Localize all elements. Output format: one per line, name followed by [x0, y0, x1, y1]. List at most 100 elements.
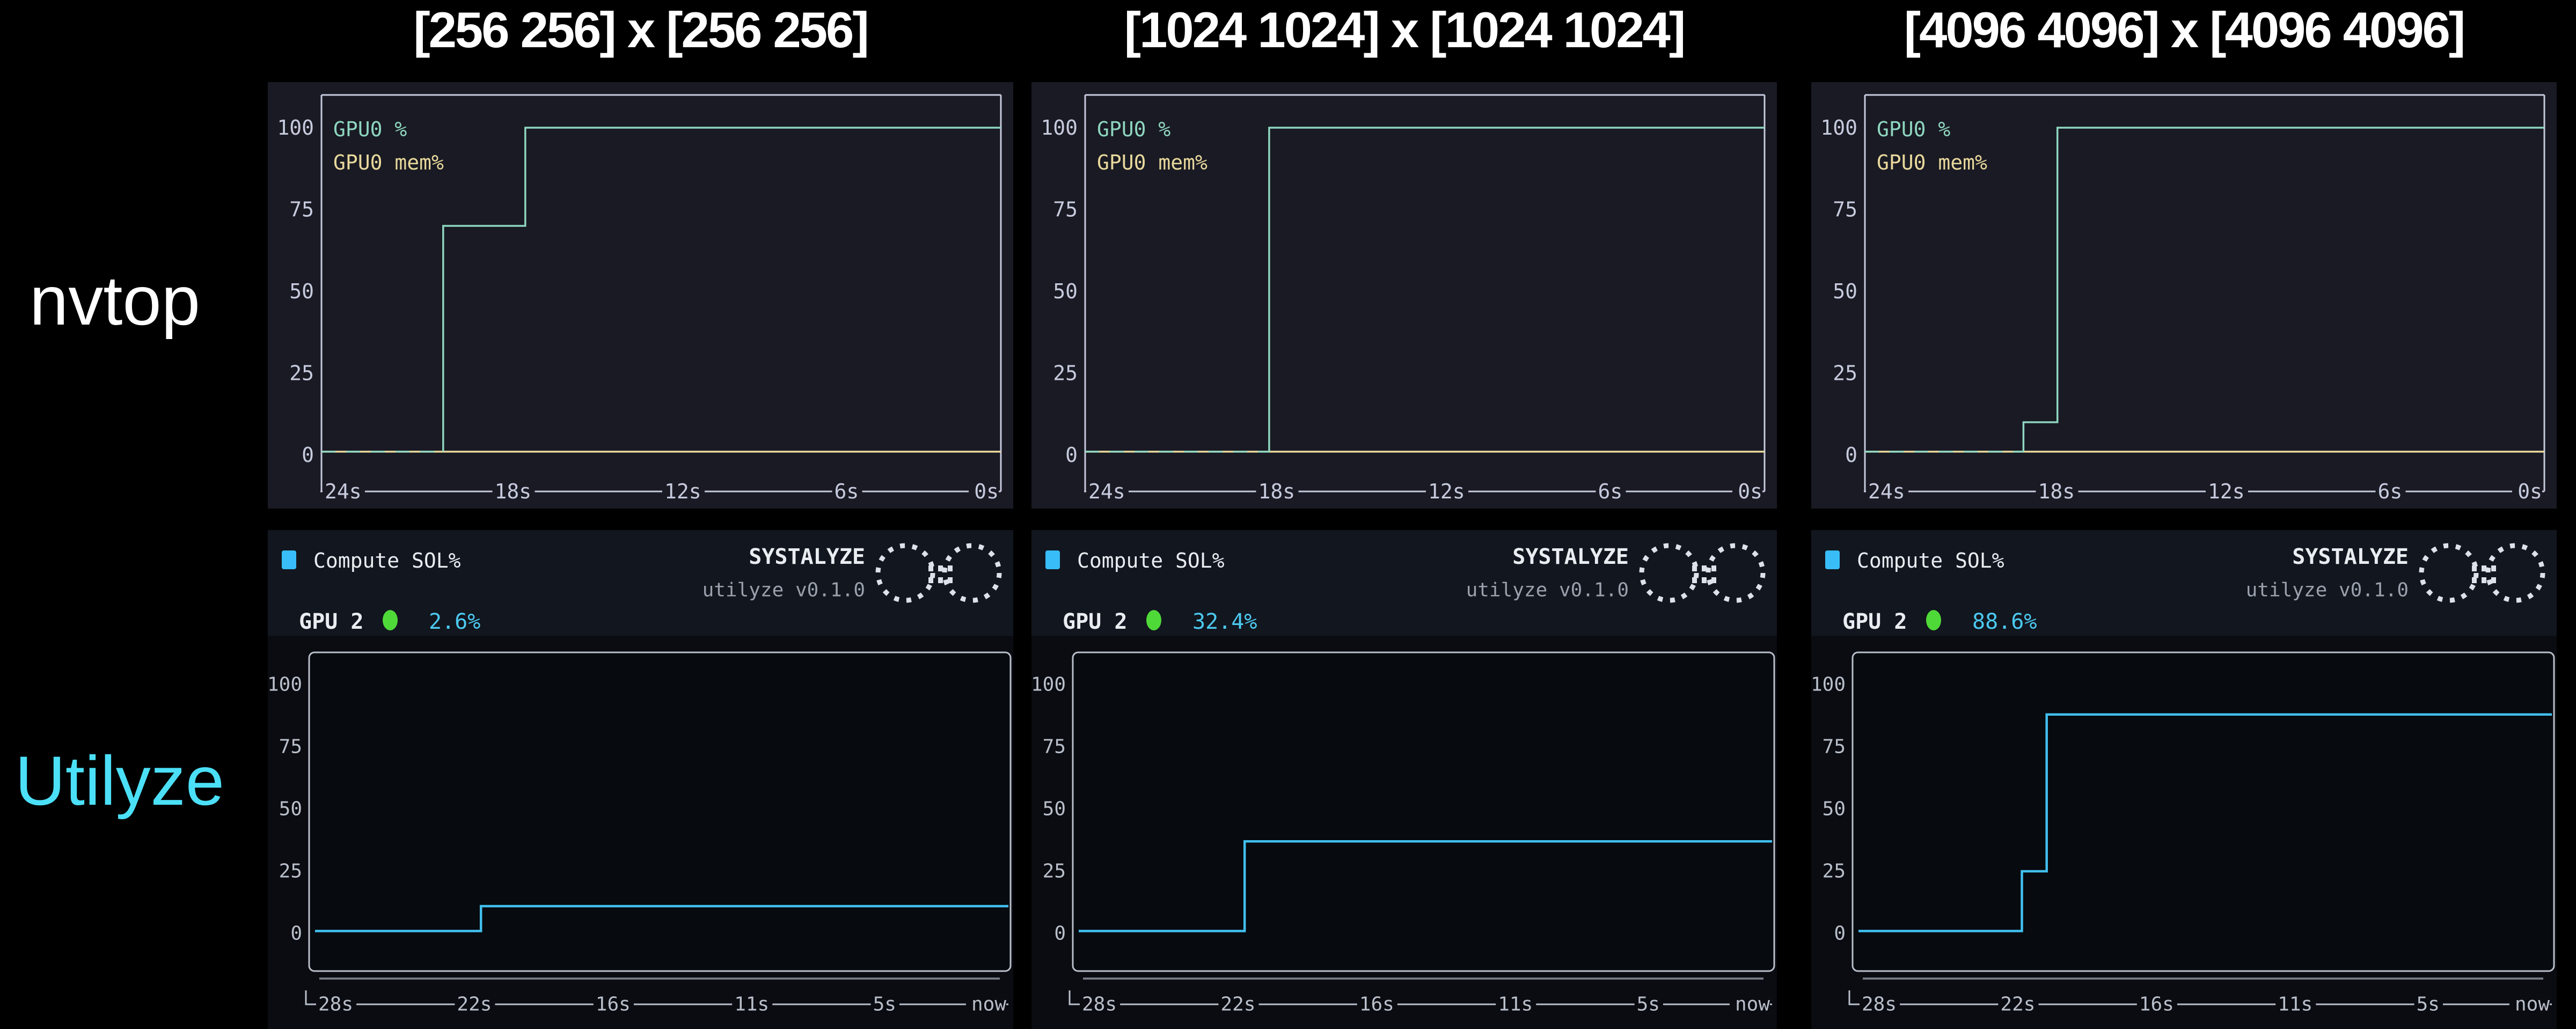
x-tick-label: 6s	[2378, 480, 2403, 503]
series-lines	[321, 128, 1001, 452]
y-tick-label: 75	[1053, 198, 1078, 222]
legend-gpu-mem: GPU0 mem%	[1097, 151, 1208, 174]
x-tick-label: 24s	[1088, 480, 1125, 503]
y-tick-label: 100	[1811, 674, 1846, 696]
row-label-utilyze: Utilyze	[15, 746, 224, 815]
y-tick-label: 50	[1833, 280, 1857, 303]
x-tick-label: 28s	[318, 994, 353, 1016]
x-tick-label: 0s	[1738, 480, 1762, 503]
matrix-size-title-1024: [1024 1024] x [1024 1024]	[1031, 0, 1777, 60]
legend-gpu-mem: GPU0 mem%	[333, 151, 444, 174]
series-lines	[1865, 128, 2544, 452]
utilyze-chart-256: Compute SOL% SYSTALYZE utilyze v0.1.0 GP…	[268, 530, 1013, 1029]
nvtop-chart-1024: 100755025024s18s12s6s0s GPU0 % GPU0 mem%	[1031, 82, 1777, 509]
plot-border	[309, 652, 1011, 971]
x-tick-label: 16s	[1359, 994, 1394, 1016]
legend-gpu-util: GPU0 %	[1097, 117, 1170, 141]
utilyze-panel-256: Compute SOL% SYSTALYZE utilyze v0.1.0 GP…	[268, 530, 1013, 1029]
x-tick-label: 22s	[457, 994, 492, 1016]
x-tick-label: 0s	[2518, 480, 2542, 503]
gpu-utilization-value: 2.6%	[429, 609, 480, 634]
gpu-utilization-value: 88.6%	[1972, 609, 2037, 634]
y-tick-label: 100	[277, 116, 314, 139]
y-tick-label: 25	[1823, 861, 1846, 883]
plot-border	[1073, 652, 1774, 971]
y-tick-label: 25	[1043, 861, 1066, 883]
plot-border	[1853, 652, 2554, 971]
x-tick-label: 12s	[664, 480, 701, 503]
brand-name: SYSTALYZE	[1512, 545, 1629, 569]
y-tick-label: 100	[1041, 116, 1078, 139]
version-label: utilyze v0.1.0	[2246, 579, 2409, 601]
y-tick-label: 75	[1043, 736, 1066, 758]
legend-gpu-util: GPU0 %	[1877, 117, 1950, 141]
y-tick-label: 75	[1823, 736, 1846, 758]
x-tick-label: 12s	[1428, 480, 1465, 503]
x-tick-label: 12s	[2208, 480, 2245, 503]
matrix-size-title-256: [256 256] x [256 256]	[268, 0, 1013, 60]
x-tick-label: 18s	[495, 480, 532, 503]
x-tick-label: 11s	[1498, 994, 1533, 1016]
x-tick-label: 5s	[873, 994, 896, 1016]
x-tick-label: 18s	[1258, 480, 1296, 503]
metric-label: Compute SOL%	[1857, 549, 2004, 572]
y-tick-label: 25	[289, 362, 314, 385]
y-tick-label: 100	[1031, 674, 1066, 696]
x-tick-label: now	[1735, 994, 1770, 1016]
x-tick-label: 22s	[1220, 994, 1255, 1016]
utilyze-chart-1024: Compute SOL% SYSTALYZE utilyze v0.1.0 GP…	[1031, 530, 1777, 1029]
y-tick-label: 75	[289, 198, 314, 222]
y-tick-label: 25	[279, 861, 302, 883]
metric-label: Compute SOL%	[313, 549, 461, 572]
gpu-label: GPU 2	[1063, 609, 1127, 634]
y-tick-label: 0	[302, 443, 314, 467]
gpu-status-dot	[1146, 610, 1161, 630]
y-tick-label: 0	[1845, 443, 1857, 467]
metric-color-swatch-icon	[1045, 550, 1060, 569]
y-tick-label: 0	[1065, 443, 1078, 467]
y-tick-label: 50	[1823, 798, 1846, 820]
version-label: utilyze v0.1.0	[1466, 579, 1629, 601]
x-tick-label: 24s	[325, 480, 362, 503]
gpu-label: GPU 2	[1842, 609, 1907, 634]
x-tick-label: 16s	[596, 994, 631, 1016]
nvtop-chart-4096: 100755025024s18s12s6s0s GPU0 % GPU0 mem%	[1811, 82, 2557, 509]
x-tick-label: 5s	[1637, 994, 1660, 1016]
x-tick-label: 6s	[835, 480, 859, 503]
series-lines	[1085, 128, 1765, 452]
x-tick-label: 11s	[2278, 994, 2312, 1016]
version-label: utilyze v0.1.0	[702, 579, 865, 601]
series-line-gpu0-	[2023, 128, 2544, 452]
nvtop-panel-1024: 100755025024s18s12s6s0s GPU0 % GPU0 mem%	[1031, 82, 1777, 509]
y-tick-label: 100	[268, 674, 302, 696]
metric-label: Compute SOL%	[1077, 549, 1225, 572]
x-tick-label: 18s	[2038, 480, 2075, 503]
axis-corner-glyph	[1849, 990, 1857, 1004]
axis-corner-glyph	[306, 990, 314, 1004]
x-tick-label: 28s	[1082, 994, 1117, 1016]
y-tick-label: 50	[289, 280, 314, 303]
nvtop-chart-256: 100755025024s18s12s6s0s GPU0 % GPU0 mem%	[268, 82, 1013, 509]
nvtop-panel-256: 100755025024s18s12s6s0s GPU0 % GPU0 mem%	[268, 82, 1013, 509]
series-line-gpu0-	[1269, 128, 1765, 452]
y-tick-label: 25	[1053, 362, 1078, 385]
axis-corner-glyph	[1070, 990, 1078, 1004]
x-tick-label: 24s	[1868, 480, 1905, 503]
gpu-status-dot	[383, 610, 398, 630]
utilyze-panel-1024: Compute SOL% SYSTALYZE utilyze v0.1.0 GP…	[1031, 530, 1777, 1029]
metric-color-swatch-icon	[282, 550, 296, 569]
comparison-grid: [256 256] x [256 256] [1024 1024] x [102…	[0, 0, 2576, 1029]
x-tick-label: now	[971, 994, 1006, 1016]
y-tick-label: 75	[279, 736, 302, 758]
brand-name: SYSTALYZE	[2292, 545, 2409, 569]
x-tick-label: 5s	[2417, 994, 2440, 1016]
gpu-label: GPU 2	[299, 609, 363, 634]
x-tick-label: 0s	[974, 480, 999, 503]
row-label-nvtop: nvtop	[30, 266, 200, 335]
x-tick-label: 22s	[2000, 994, 2035, 1016]
x-tick-label: 28s	[1862, 994, 1897, 1016]
brand-name: SYSTALYZE	[749, 545, 865, 569]
utilyze-chart-4096: Compute SOL% SYSTALYZE utilyze v0.1.0 GP…	[1811, 530, 2557, 1029]
x-tick-label: 6s	[1598, 480, 1623, 503]
x-tick-label: now	[2515, 994, 2550, 1016]
